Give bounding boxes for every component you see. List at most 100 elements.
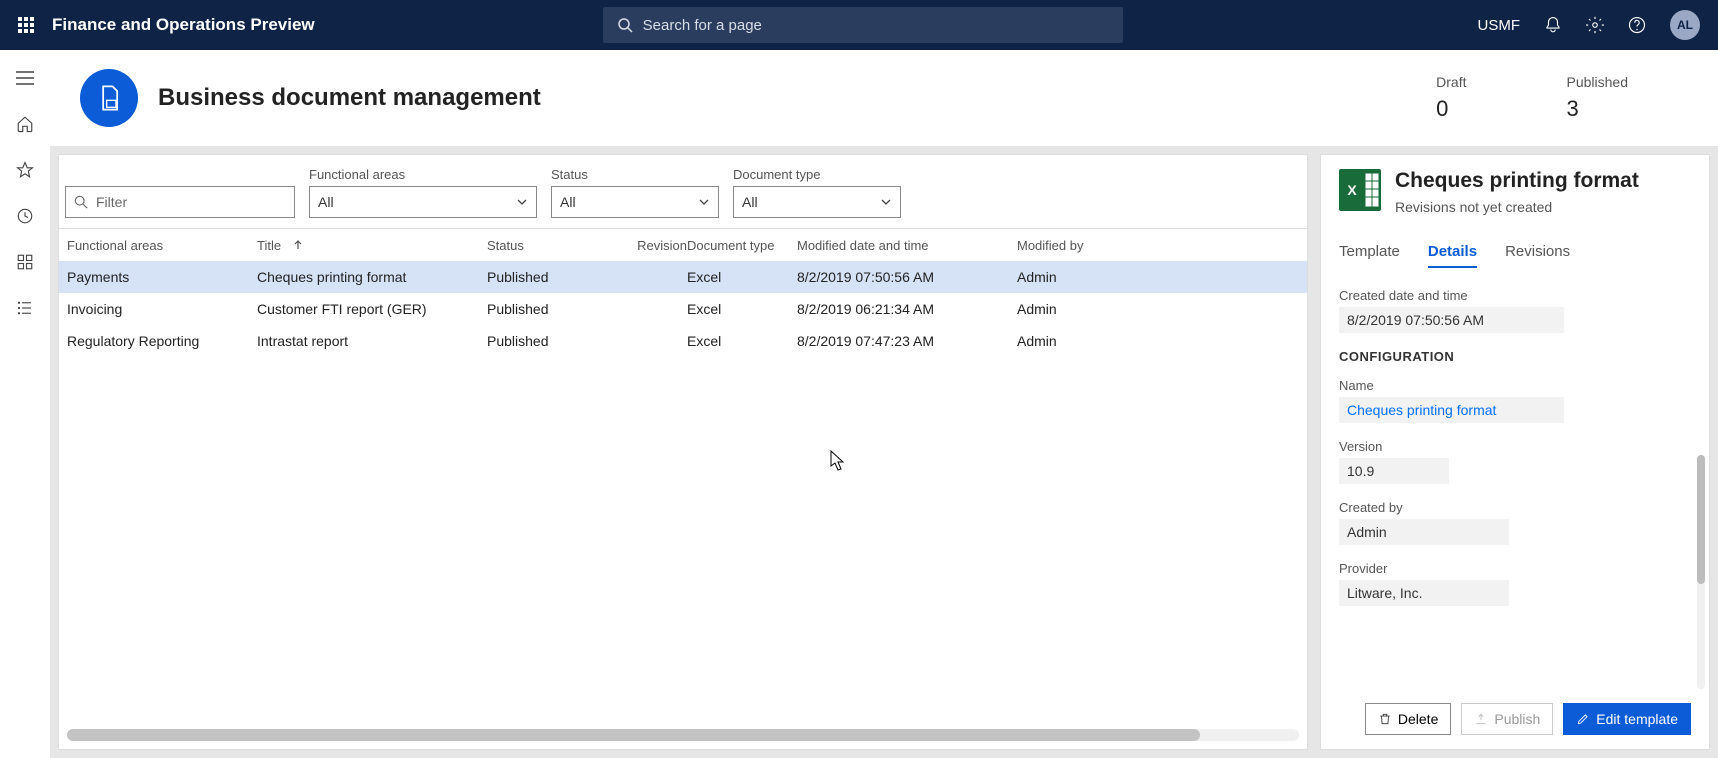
functional-areas-label: Functional areas	[309, 167, 537, 182]
details-title: Cheques printing format	[1395, 169, 1639, 193]
cell-fa: Invoicing	[67, 301, 257, 317]
edit-template-button[interactable]: Edit template	[1563, 703, 1691, 735]
configuration-header: CONFIGURATION	[1339, 349, 1681, 364]
favorites-star-icon[interactable]	[15, 160, 35, 180]
doctype-select[interactable]: All	[733, 186, 901, 218]
content-area: Business document management Draft 0 Pub…	[50, 50, 1718, 758]
modules-list-icon[interactable]	[15, 298, 35, 318]
filter-input[interactable]: Filter	[65, 186, 295, 218]
createdby-label: Created by	[1339, 500, 1681, 515]
th-title[interactable]: Title	[257, 238, 487, 253]
details-vertical-scrollbar[interactable]	[1697, 455, 1705, 689]
page-title: Business document management	[158, 84, 541, 112]
publish-button: Publish	[1461, 703, 1553, 735]
table-row[interactable]: Payments Cheques printing format Publish…	[59, 261, 1307, 293]
provider-label: Provider	[1339, 561, 1681, 576]
help-icon[interactable]	[1628, 16, 1646, 34]
details-subtitle: Revisions not yet created	[1395, 199, 1639, 215]
trash-icon	[1378, 712, 1392, 726]
provider-value: Litware, Inc.	[1339, 580, 1509, 606]
global-search-input[interactable]: Search for a page	[603, 7, 1123, 43]
cell-fa: Regulatory Reporting	[67, 333, 257, 349]
workspace-band: Filter Functional areas All Status All	[50, 146, 1718, 758]
counter-published-value: 3	[1567, 96, 1629, 122]
doctype-value: All	[742, 194, 758, 210]
th-status[interactable]: Status	[487, 238, 607, 253]
cell-doctype: Excel	[687, 301, 797, 317]
created-value: 8/2/2019 07:50:56 AM	[1339, 307, 1564, 333]
chevron-down-icon	[880, 196, 892, 208]
cell-mdt: 8/2/2019 07:47:23 AM	[797, 333, 1017, 349]
name-label: Name	[1339, 378, 1681, 393]
status-filter-label: Status	[551, 167, 719, 182]
documents-table: Functional areas Title Status Revision D…	[59, 228, 1307, 357]
th-revision[interactable]: Revision	[607, 238, 687, 253]
cell-doctype: Excel	[687, 333, 797, 349]
tab-details[interactable]: Details	[1428, 243, 1477, 268]
workspaces-grid-icon[interactable]	[15, 252, 35, 272]
createdby-value: Admin	[1339, 519, 1509, 545]
cell-mby: Admin	[1017, 301, 1127, 317]
app-launcher-icon[interactable]	[18, 17, 34, 33]
cell-mby: Admin	[1017, 333, 1127, 349]
left-navigation-rail	[0, 50, 50, 758]
recent-clock-icon[interactable]	[15, 206, 35, 226]
cell-title: Intrastat report	[257, 333, 487, 349]
table-row[interactable]: Invoicing Customer FTI report (GER) Publ…	[59, 293, 1307, 325]
th-functional-areas[interactable]: Functional areas	[67, 238, 257, 253]
publish-icon	[1474, 712, 1488, 726]
filters-row: Filter Functional areas All Status All	[59, 167, 1307, 228]
created-label: Created date and time	[1339, 288, 1681, 303]
functional-areas-value: All	[318, 194, 334, 210]
page-icon	[80, 69, 138, 127]
cell-mdt: 8/2/2019 06:21:34 AM	[797, 301, 1017, 317]
cell-mby: Admin	[1017, 269, 1127, 285]
settings-gear-icon[interactable]	[1586, 16, 1604, 34]
counter-published[interactable]: Published 3	[1567, 74, 1629, 122]
table-body: Payments Cheques printing format Publish…	[59, 261, 1307, 357]
cell-status: Published	[487, 301, 607, 317]
hamburger-icon[interactable]	[15, 68, 35, 88]
doctype-filter-label: Document type	[733, 167, 901, 182]
search-placeholder: Search for a page	[643, 17, 762, 34]
cell-title: Cheques printing format	[257, 269, 487, 285]
cell-status: Published	[487, 269, 607, 285]
name-value-link[interactable]: Cheques printing format	[1339, 397, 1564, 423]
counter-published-label: Published	[1567, 74, 1629, 90]
status-select[interactable]: All	[551, 186, 719, 218]
filter-search-icon	[74, 195, 88, 209]
table-row[interactable]: Regulatory Reporting Intrastat report Pu…	[59, 325, 1307, 357]
table-header-row: Functional areas Title Status Revision D…	[59, 229, 1307, 261]
horizontal-scrollbar[interactable]	[67, 729, 1299, 741]
th-modified-by[interactable]: Modified by	[1017, 238, 1127, 253]
app-title: Finance and Operations Preview	[52, 15, 315, 35]
legal-entity-selector[interactable]: USMF	[1478, 17, 1521, 34]
details-body: Created date and time 8/2/2019 07:50:56 …	[1339, 288, 1691, 693]
tab-template[interactable]: Template	[1339, 243, 1400, 268]
th-modified-datetime[interactable]: Modified date and time	[797, 238, 1017, 253]
chevron-down-icon	[698, 196, 710, 208]
cell-fa: Payments	[67, 269, 257, 285]
cell-mdt: 8/2/2019 07:50:56 AM	[797, 269, 1017, 285]
sort-asc-icon	[293, 240, 303, 250]
cell-title: Customer FTI report (GER)	[257, 301, 487, 317]
delete-button[interactable]: Delete	[1365, 703, 1451, 735]
counter-draft-label: Draft	[1436, 74, 1466, 90]
functional-areas-select[interactable]: All	[309, 186, 537, 218]
cell-status: Published	[487, 333, 607, 349]
svg-text:X: X	[1347, 182, 1357, 198]
counter-draft[interactable]: Draft 0	[1436, 74, 1466, 122]
th-doctype[interactable]: Document type	[687, 238, 797, 253]
status-value: All	[560, 194, 576, 210]
tab-revisions[interactable]: Revisions	[1505, 243, 1570, 268]
home-icon[interactable]	[15, 114, 35, 134]
version-value: 10.9	[1339, 458, 1449, 484]
user-avatar[interactable]: AL	[1670, 10, 1700, 40]
cell-doctype: Excel	[687, 269, 797, 285]
version-label: Version	[1339, 439, 1681, 454]
notifications-icon[interactable]	[1544, 16, 1562, 34]
pencil-icon	[1576, 712, 1590, 726]
counter-draft-value: 0	[1436, 96, 1466, 122]
details-footer: Delete Publish Edit template	[1339, 693, 1691, 735]
search-icon	[617, 17, 633, 33]
